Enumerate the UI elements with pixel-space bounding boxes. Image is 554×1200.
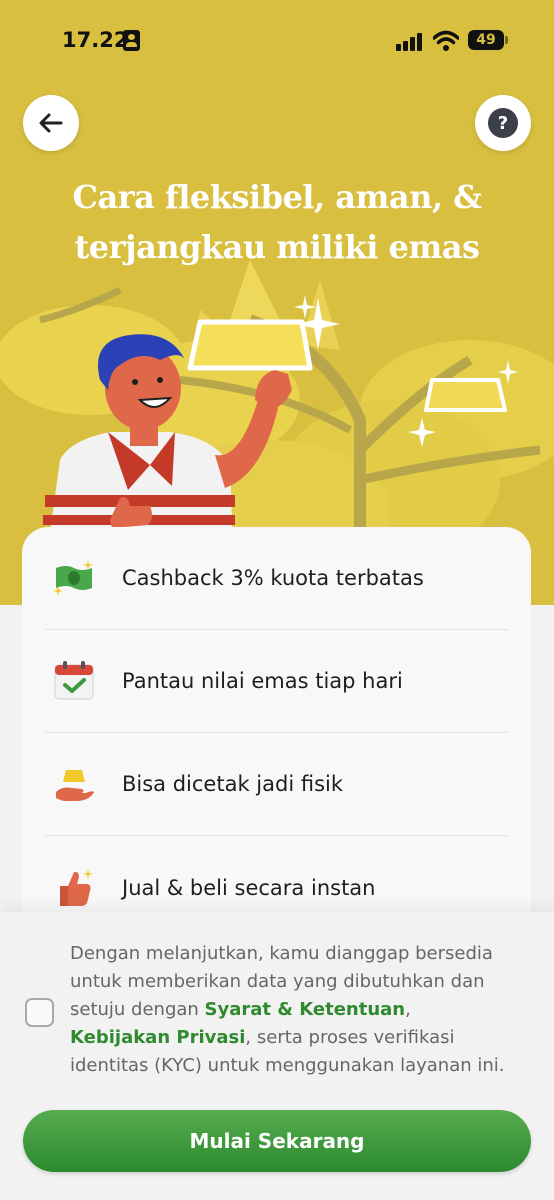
battery-tip [505,36,508,44]
consent-separator: , [405,999,411,1020]
battery-icon: 49 [468,30,504,50]
start-now-button[interactable]: Mulai Sekarang [23,1110,531,1172]
benefits-card: Cashback 3% kuota terbatas Pantau nilai … [22,527,531,957]
thumbs-up-icon [60,868,93,906]
benefit-label: Cashback 3% kuota terbatas [122,566,424,590]
benefit-label: Jual & beli secara instan [122,875,376,900]
terms-link[interactable]: Syarat & Ketentuan [205,999,406,1020]
benefit-item-cashback: Cashback 3% kuota terbatas [45,527,508,630]
cash-icon [53,560,93,596]
arrow-left-icon [39,113,63,133]
cellular-signal-icon [396,33,424,51]
title-line-2: terjangkau miliki emas [74,228,480,266]
consent-text: Dengan melanjutkan, kamu dianggap bersed… [70,940,510,1080]
hero-banner: 17.22 49 ? Cara fleksibel, aman, & terja… [0,0,554,605]
svg-text:?: ? [498,113,508,134]
contact-card-icon [123,30,140,51]
title-line-1: Cara fleksibel, aman, & [72,178,483,216]
calendar-check-icon [54,661,94,700]
back-button[interactable] [23,95,79,151]
benefit-item-print: Bisa dicetak jadi fisik [45,733,508,836]
wifi-icon [433,30,459,51]
privacy-link[interactable]: Kebijakan Privasi [70,1027,245,1048]
consent-checkbox[interactable] [25,998,54,1027]
benefit-label: Pantau nilai emas tiap hari [122,669,403,693]
benefit-item-monitor: Pantau nilai emas tiap hari [45,630,508,733]
gold-hand-icon [56,770,94,801]
help-button[interactable]: ? [475,95,531,151]
status-bar: 17.22 49 [0,0,554,80]
page-title: Cara fleksibel, aman, & terjangkau milik… [40,172,514,272]
status-time: 17.22 [62,28,129,52]
benefit-label: Bisa dicetak jadi fisik [122,772,344,796]
question-icon: ? [488,108,518,138]
